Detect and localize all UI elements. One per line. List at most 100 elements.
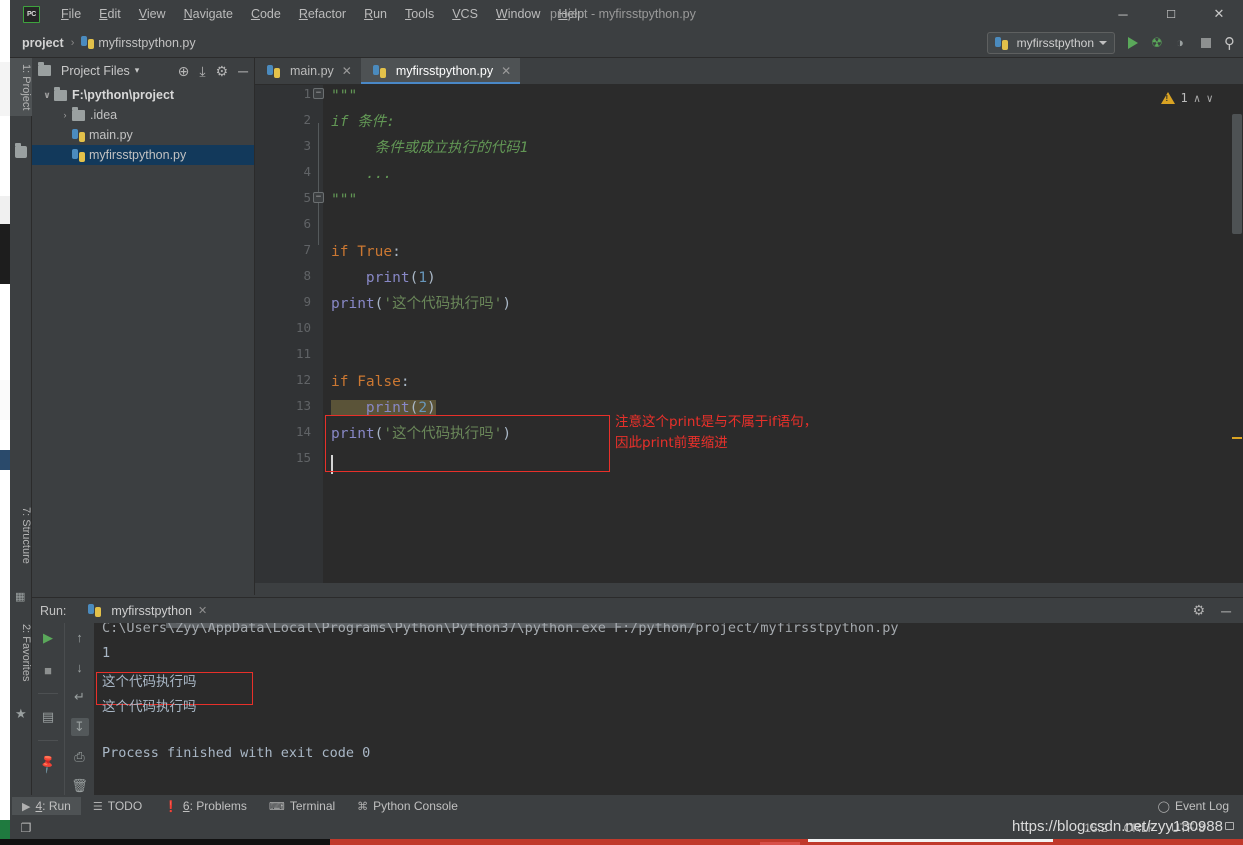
code-line[interactable]: if False: bbox=[331, 369, 410, 395]
clear-all-button[interactable]: 🗑 bbox=[71, 777, 89, 795]
line-number: 1 bbox=[303, 86, 311, 101]
menu-item-vcs[interactable]: VCS bbox=[443, 4, 487, 24]
gear-icon[interactable]: ⚙ bbox=[1193, 602, 1206, 619]
code-line[interactable]: print(2) bbox=[331, 395, 436, 421]
toolbar-divider bbox=[38, 693, 58, 694]
title-bar: PC File Edit View Navigate Code Refactor Run To… bbox=[10, 0, 1243, 28]
stop-button[interactable]: ■ bbox=[39, 661, 57, 679]
down-arrow-button[interactable]: ↓ bbox=[71, 659, 89, 677]
run-configuration-selector[interactable]: myfirsstpython bbox=[986, 32, 1115, 54]
breadcrumb-file[interactable]: myfirsstpython.py bbox=[81, 35, 196, 50]
bottom-tab-terminal[interactable]: ⌨ Terminal bbox=[259, 797, 345, 815]
code-editor[interactable]: 1 2 3 4 5 6 7 8 9 10 11 12 13 14 15 − − """ if 条件: 条件或成… bbox=[255, 85, 1243, 595]
run-button[interactable] bbox=[1128, 37, 1138, 49]
scroll-to-end-button[interactable]: ↧ bbox=[70, 718, 89, 736]
project-panel-header: Project Files ▾ ⊕ ⤓ ⚙ ─ bbox=[32, 58, 254, 83]
code-line[interactable]: """ bbox=[331, 187, 357, 213]
menu-item-window[interactable]: Window bbox=[487, 4, 549, 24]
debug-button[interactable]: ☢ bbox=[1151, 36, 1163, 49]
hide-icon[interactable]: ─ bbox=[238, 64, 248, 78]
code-line[interactable]: ... bbox=[331, 161, 392, 187]
line-number: 8 bbox=[303, 268, 311, 283]
line-number: 13 bbox=[295, 398, 311, 413]
copy-icon[interactable]: ❐ bbox=[10, 821, 42, 835]
code-line[interactable]: if True: bbox=[331, 239, 401, 265]
code-line[interactable]: """ bbox=[331, 85, 357, 109]
code-text[interactable]: """ if 条件: 条件或成立执行的代码1 ... """ if True: pri… bbox=[323, 85, 1243, 595]
code-token bbox=[331, 400, 366, 416]
console-line: Process finished with exit code 0 bbox=[102, 745, 371, 761]
menu-item-navigate[interactable]: Navigate bbox=[175, 4, 242, 24]
chevron-icon[interactable]: › bbox=[58, 110, 72, 120]
close-icon[interactable]: ✕ bbox=[342, 64, 352, 78]
python-file-icon bbox=[72, 148, 85, 162]
rerun-button[interactable]: ▶ bbox=[39, 629, 57, 647]
editor-bottom-splitter[interactable] bbox=[255, 583, 1243, 595]
code-token: """ bbox=[331, 192, 358, 208]
code-line[interactable]: 条件或成立执行的代码1 bbox=[331, 135, 529, 161]
run-tab[interactable]: myfirsstpython ✕ bbox=[88, 604, 207, 618]
sidebar-item-favorites[interactable]: 2: Favorites bbox=[10, 618, 32, 687]
bottom-tab-python-console[interactable]: ⌘ Python Console bbox=[347, 797, 468, 815]
console-output[interactable]: C:\Users\Zyy\AppData\Local\Programs\Pyth… bbox=[94, 623, 1243, 795]
tree-node-label: F:\python\project bbox=[72, 88, 175, 102]
lock-icon[interactable] bbox=[1225, 822, 1234, 830]
tree-node[interactable]: myfirsstpython.py bbox=[32, 145, 254, 165]
run-left-toolbar: ▶ ■ ▤ 📌 bbox=[32, 623, 64, 795]
inspection-indicator[interactable]: 1 ∧ ∨ bbox=[1160, 91, 1213, 105]
menu-item-tools[interactable]: Tools bbox=[396, 4, 443, 24]
menu-item-code[interactable]: Code bbox=[242, 4, 290, 24]
settings-icon[interactable]: ⚙ bbox=[216, 64, 229, 78]
locate-icon[interactable]: ⊕ bbox=[178, 64, 190, 78]
collapse-all-icon[interactable]: ⤓ bbox=[199, 64, 205, 78]
code-line[interactable]: print(1) bbox=[331, 265, 436, 291]
code-line[interactable]: if 条件: bbox=[331, 109, 395, 135]
warning-marker[interactable] bbox=[1232, 437, 1242, 439]
menu-item-file[interactable]: File bbox=[52, 4, 90, 24]
maximize-button[interactable]: ☐ bbox=[1147, 0, 1195, 28]
editor-scrollbar[interactable] bbox=[1230, 112, 1243, 595]
next-problem-icon[interactable]: ∨ bbox=[1206, 92, 1213, 105]
print-button[interactable]: ⎙ bbox=[71, 748, 89, 766]
sidebar-item-structure[interactable]: 7: Structure bbox=[10, 501, 32, 570]
close-icon[interactable]: ✕ bbox=[501, 64, 511, 78]
close-icon[interactable]: ✕ bbox=[198, 604, 207, 617]
editor-tab[interactable]: main.py ✕ bbox=[255, 58, 361, 84]
project-files-selector[interactable]: Project Files ▾ bbox=[38, 62, 139, 78]
project-tool-window: Project Files ▾ ⊕ ⤓ ⚙ ─ ∨ F:\python\project ›… bbox=[32, 58, 255, 595]
bottom-tab-4-run[interactable]: ▶ 4: Run bbox=[12, 797, 81, 815]
editor-tab[interactable]: myfirsstpython.py ✕ bbox=[360, 58, 521, 84]
minimize-icon[interactable]: ─ bbox=[1221, 603, 1231, 619]
menu-item-run[interactable]: Run bbox=[355, 4, 396, 24]
bottom-tab-todo[interactable]: ☰ TODO bbox=[83, 797, 152, 815]
soft-wrap-button[interactable]: ↵ bbox=[71, 688, 89, 706]
bell-icon: ◯ bbox=[1157, 800, 1170, 813]
stop-button[interactable] bbox=[1201, 38, 1211, 48]
menu-item-view[interactable]: View bbox=[130, 4, 175, 24]
event-log-button[interactable]: ◯ Event Log bbox=[1158, 799, 1243, 813]
chevron-icon[interactable]: ∨ bbox=[40, 90, 54, 101]
sidebar-item-project[interactable]: 1: Project bbox=[10, 58, 32, 117]
watermark-text: https://blog.csdn.net/zyy130988 bbox=[1012, 818, 1223, 835]
pin-button[interactable]: 📌 bbox=[35, 751, 60, 776]
previous-problem-icon[interactable]: ∧ bbox=[1194, 92, 1201, 105]
tree-node[interactable]: › .idea bbox=[32, 105, 254, 125]
menu-item-refactor[interactable]: Refactor bbox=[290, 4, 355, 24]
up-arrow-button[interactable]: ↑ bbox=[71, 629, 89, 647]
bottom-tab-6-problems[interactable]: ❗ 6: Problems bbox=[154, 797, 257, 815]
code-line[interactable]: print('这个代码执行吗') bbox=[331, 421, 511, 447]
console-line: C:\Users\Zyy\AppData\Local\Programs\Pyth… bbox=[102, 623, 899, 636]
close-button[interactable]: ✕ bbox=[1195, 0, 1243, 28]
layout-button[interactable]: ▤ bbox=[39, 708, 57, 726]
menu-item-edit[interactable]: Edit bbox=[90, 4, 130, 24]
search-icon[interactable]: ⚲ bbox=[1224, 34, 1235, 52]
code-token: if bbox=[331, 374, 358, 390]
tree-node[interactable]: main.py bbox=[32, 125, 254, 145]
breadcrumb-project[interactable]: project bbox=[22, 36, 64, 50]
coverage-button[interactable]: ◑ bbox=[1176, 36, 1188, 49]
tree-node[interactable]: ∨ F:\python\project bbox=[32, 85, 254, 105]
code-line[interactable]: print('这个代码执行吗') bbox=[331, 291, 511, 317]
scrollbar-thumb[interactable] bbox=[1232, 114, 1242, 234]
editor-tab-label: main.py bbox=[290, 64, 334, 78]
minimize-button[interactable]: ─ bbox=[1099, 0, 1147, 28]
